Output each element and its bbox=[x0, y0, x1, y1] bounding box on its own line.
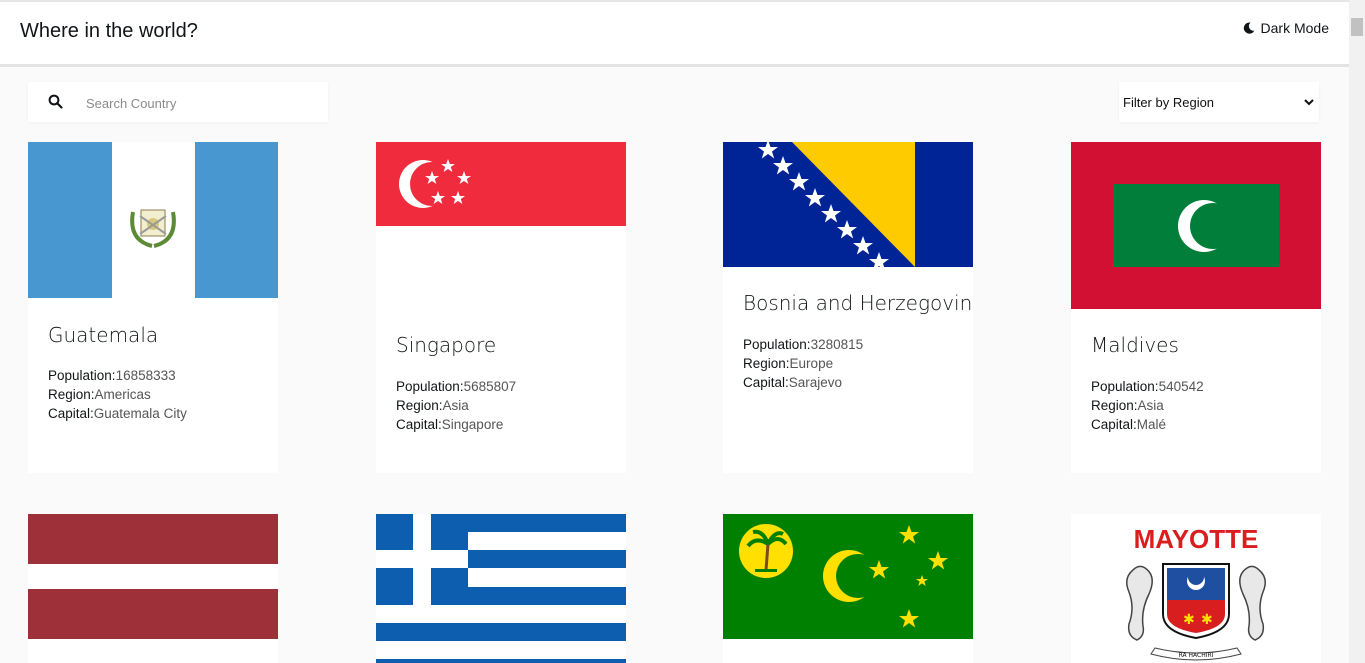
capital-row: Capital:Singapore bbox=[396, 415, 516, 434]
flag-guatemala bbox=[28, 142, 278, 298]
country-card-cocos-keeling-islands[interactable] bbox=[723, 514, 973, 663]
country-card-bosnia-and-herzegovina[interactable]: Bosnia and Herzegovina Population:328081… bbox=[723, 142, 973, 473]
region-label: Region: bbox=[48, 387, 95, 402]
capital-label: Capital: bbox=[396, 417, 442, 432]
country-card-singapore[interactable]: Singapore Population:5685807 Region:Asia… bbox=[376, 142, 626, 473]
app-header: Where in the world? Dark Mode bbox=[0, 2, 1349, 67]
region-filter-label: Filter by Region bbox=[1123, 95, 1215, 110]
flag-latvia bbox=[28, 514, 278, 639]
app-title: Where in the world? bbox=[20, 20, 198, 42]
population-label: Population: bbox=[1091, 379, 1159, 394]
search-icon bbox=[48, 94, 63, 109]
scrollbar-thumb[interactable] bbox=[1351, 18, 1363, 36]
population-row: Population:16858333 bbox=[48, 366, 187, 385]
dark-mode-toggle[interactable]: Dark Mode bbox=[1243, 20, 1329, 36]
country-name: Guatemala bbox=[48, 323, 159, 347]
population-row: Population:5685807 bbox=[396, 377, 516, 396]
dark-mode-label: Dark Mode bbox=[1260, 20, 1329, 36]
capital-label: Capital: bbox=[1091, 417, 1137, 432]
capital-label: Capital: bbox=[48, 406, 94, 421]
flag-cocos-keeling-islands bbox=[723, 514, 973, 639]
country-info: Population:3280815 Region:Europe Capital… bbox=[743, 335, 863, 392]
region-label: Region: bbox=[1091, 398, 1138, 413]
capital-value: Malé bbox=[1136, 417, 1167, 432]
population-value: 16858333 bbox=[115, 368, 176, 383]
chevron-down-icon bbox=[1304, 99, 1314, 106]
population-label: Population: bbox=[48, 368, 116, 383]
flag-greece bbox=[376, 514, 626, 663]
flag-maldives bbox=[1071, 142, 1321, 309]
capital-value: Sarajevo bbox=[788, 375, 843, 390]
population-value: 5685807 bbox=[463, 379, 517, 394]
country-info: Population:5685807 Region:Asia Capital:S… bbox=[396, 377, 516, 434]
capital-label: Capital: bbox=[743, 375, 789, 390]
population-label: Population: bbox=[743, 337, 811, 352]
svg-text:✱: ✱ bbox=[1201, 612, 1213, 628]
region-value: Europe bbox=[789, 356, 834, 371]
region-row: Region:Europe bbox=[743, 354, 863, 373]
population-label: Population: bbox=[396, 379, 464, 394]
population-value: 3280815 bbox=[810, 337, 864, 352]
region-label: Region: bbox=[396, 398, 443, 413]
region-value: Americas bbox=[94, 387, 151, 402]
region-row: Region:Americas bbox=[48, 385, 187, 404]
mayotte-flag-motto: RA HACHIRI bbox=[1179, 652, 1214, 659]
region-row: Region:Asia bbox=[396, 396, 516, 415]
region-row: Region:Asia bbox=[1091, 396, 1204, 415]
region-filter-select[interactable]: Filter by Region bbox=[1119, 82, 1319, 122]
search-box bbox=[28, 82, 328, 124]
flag-singapore bbox=[376, 142, 626, 309]
region-value: Asia bbox=[1137, 398, 1164, 413]
country-name: Bosnia and Herzegovina bbox=[743, 291, 973, 315]
country-card-greece[interactable] bbox=[376, 514, 626, 663]
country-card-latvia[interactable] bbox=[28, 514, 278, 663]
region-value: Asia bbox=[442, 398, 469, 413]
capital-value: Singapore bbox=[441, 417, 504, 432]
country-info: Population:540542 Region:Asia Capital:Ma… bbox=[1091, 377, 1204, 434]
moon-icon bbox=[1243, 22, 1254, 34]
population-row: Population:540542 bbox=[1091, 377, 1204, 396]
capital-value: Guatemala City bbox=[93, 406, 187, 421]
country-name: Singapore bbox=[396, 333, 497, 357]
capital-row: Capital:Sarajevo bbox=[743, 373, 863, 392]
capital-row: Capital:Guatemala City bbox=[48, 404, 187, 423]
search-input[interactable] bbox=[84, 82, 324, 124]
svg-text:✱: ✱ bbox=[1183, 612, 1195, 628]
mayotte-flag-title: MAYOTTE bbox=[1134, 524, 1259, 554]
page-scrollbar[interactable] bbox=[1349, 0, 1365, 663]
flag-mayotte: MAYOTTE ✱ ✱ RA HACHIRI bbox=[1071, 514, 1321, 663]
flag-bosnia-and-herzegovina bbox=[723, 142, 973, 267]
country-name: Maldives bbox=[1091, 333, 1179, 357]
population-row: Population:3280815 bbox=[743, 335, 863, 354]
country-card-guatemala[interactable]: Guatemala Population:16858333 Region:Ame… bbox=[28, 142, 278, 473]
country-card-mayotte[interactable]: MAYOTTE ✱ ✱ RA HACHIRI bbox=[1071, 514, 1321, 663]
capital-row: Capital:Malé bbox=[1091, 415, 1204, 434]
country-card-maldives[interactable]: Maldives Population:540542 Region:Asia C… bbox=[1071, 142, 1321, 473]
population-value: 540542 bbox=[1158, 379, 1204, 394]
region-label: Region: bbox=[743, 356, 790, 371]
country-info: Population:16858333 Region:Americas Capi… bbox=[48, 366, 187, 423]
